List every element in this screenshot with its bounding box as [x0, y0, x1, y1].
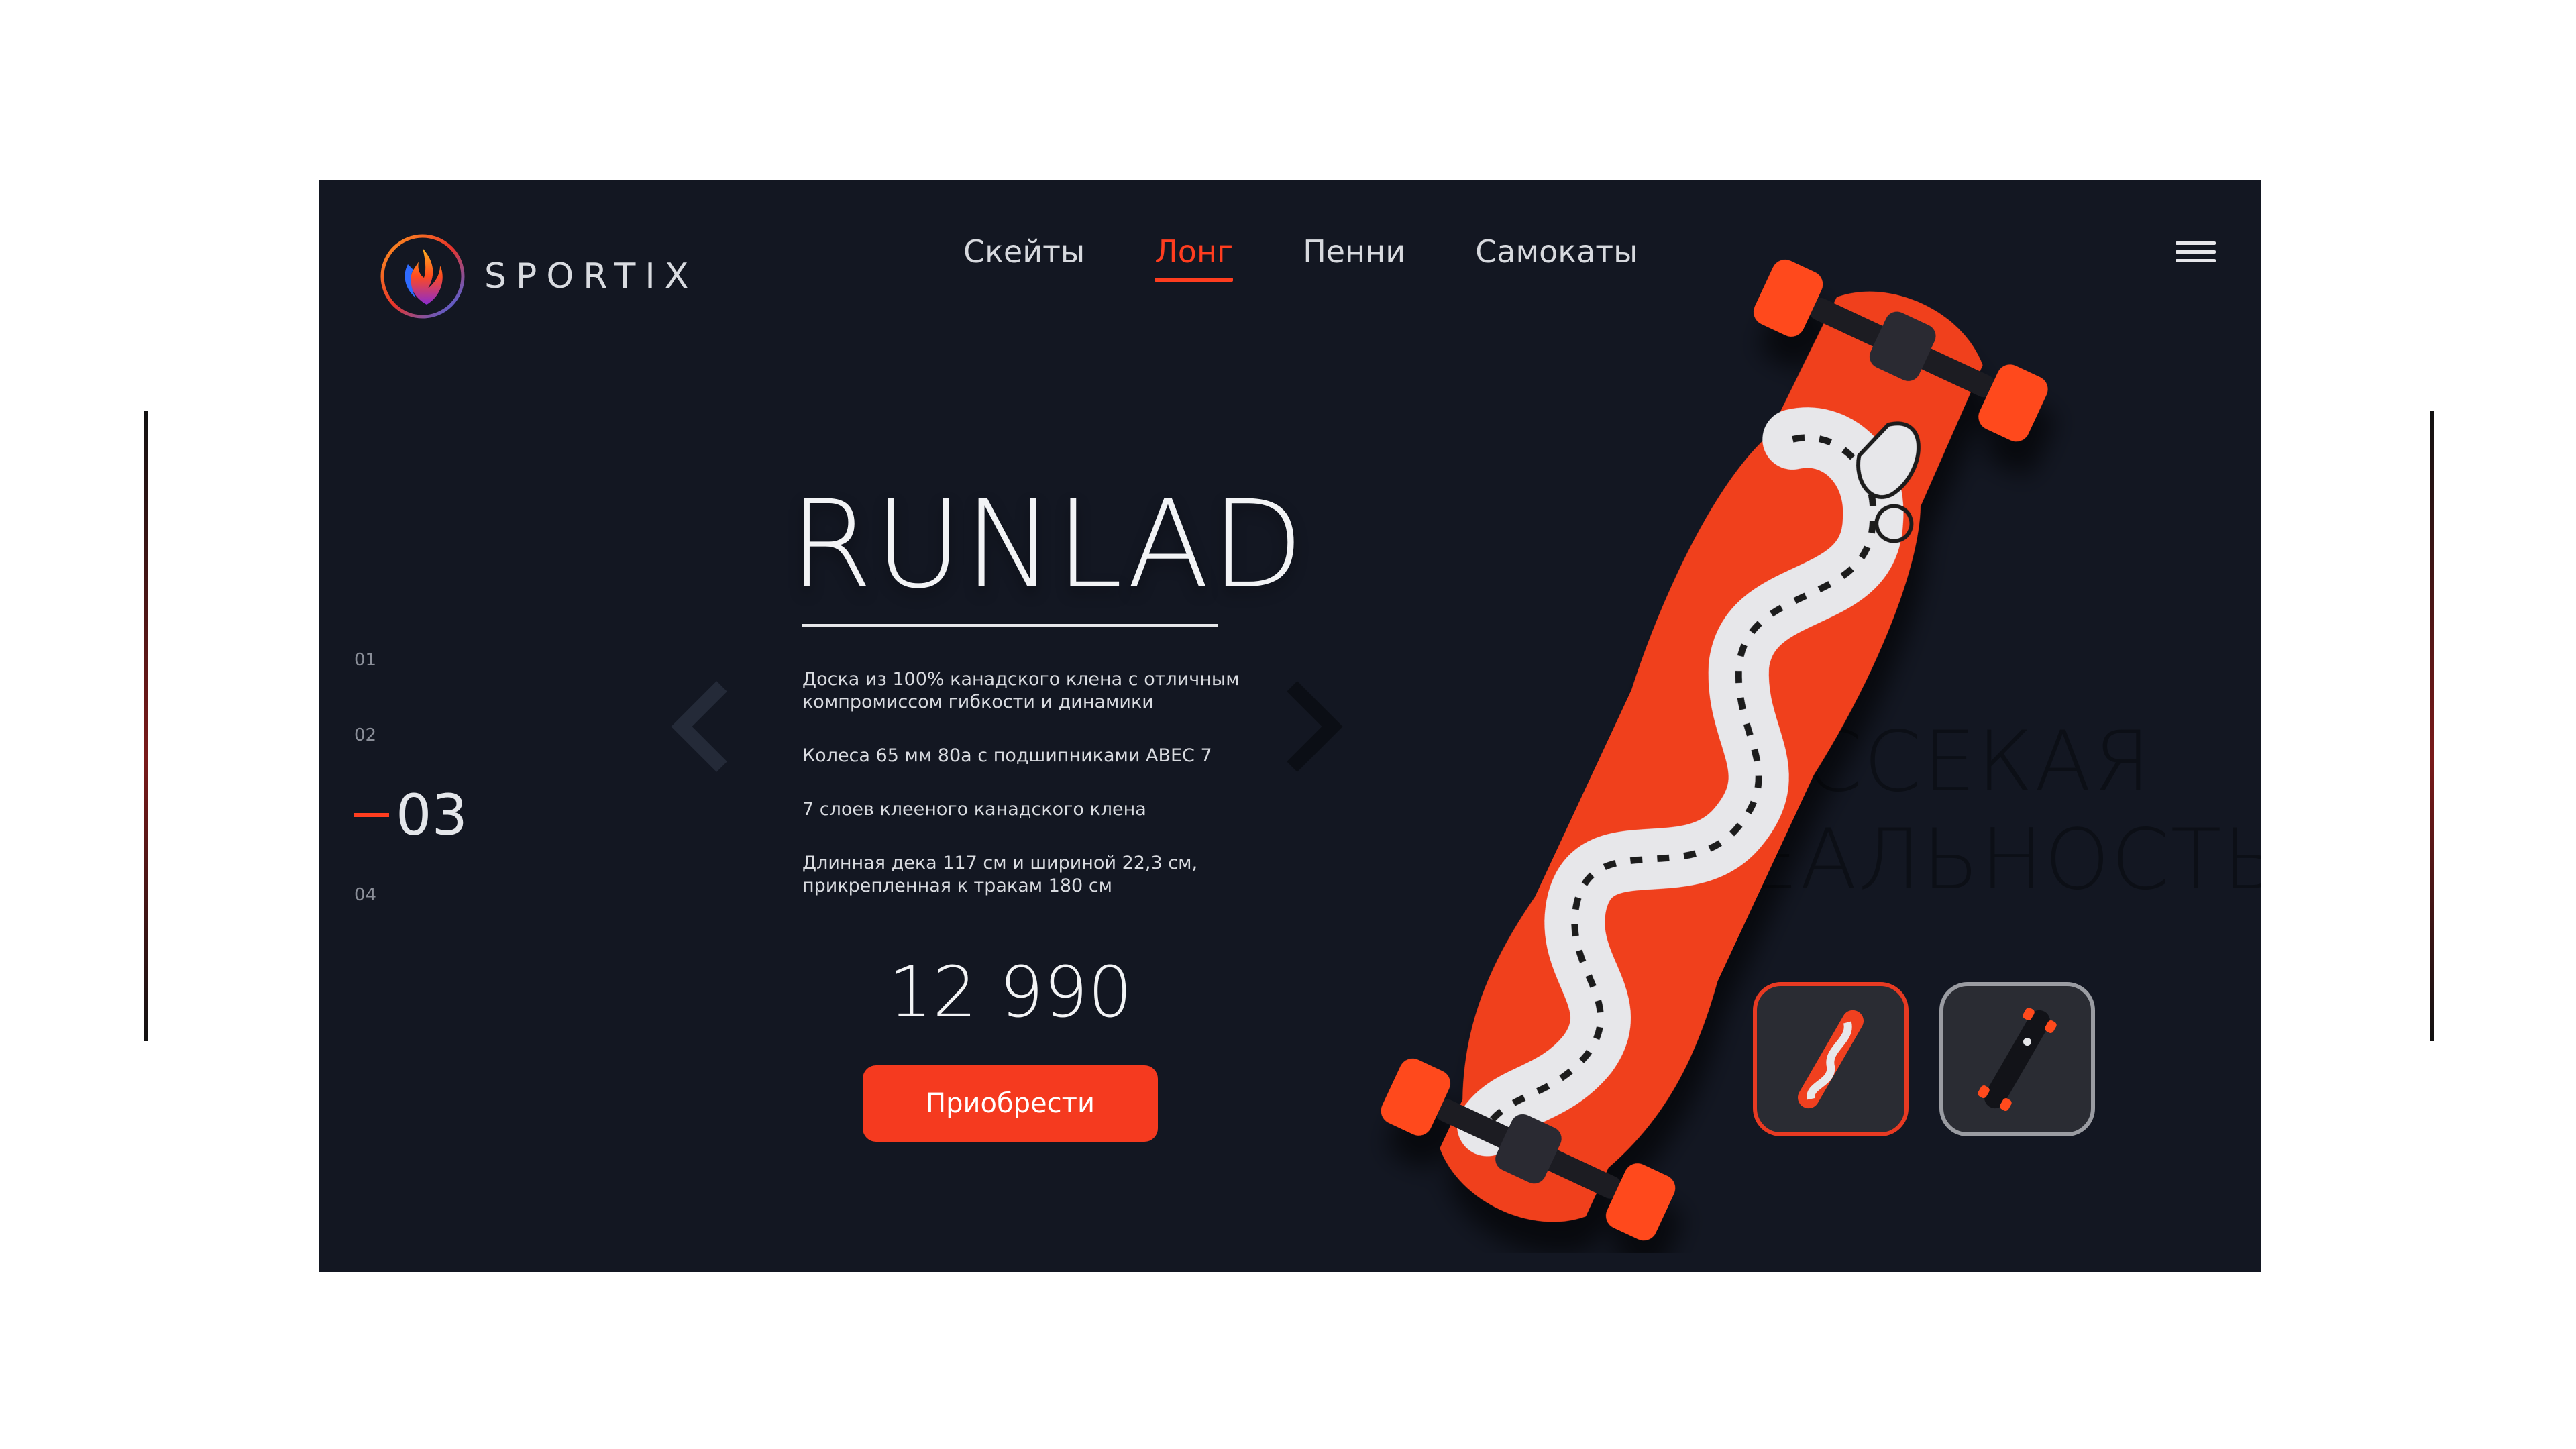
board-thumbnail-red-icon [1798, 1010, 1864, 1109]
phoenix-logo-icon [380, 234, 465, 319]
buy-button[interactable]: Приобрести [863, 1065, 1158, 1142]
brand-name: SPORTIX [484, 256, 698, 297]
feature-item: Доска из 100% канадского клена с отличны… [802, 669, 1240, 712]
slide-pager: 01 02 03 04 [354, 623, 468, 932]
pager-item-04[interactable]: 04 [354, 857, 468, 932]
feature-item: Длинная дека 117 см и шириной 22,3 см, п… [802, 853, 1198, 896]
pager-item-01[interactable]: 01 [354, 623, 468, 698]
decorative-side-line-right [2430, 411, 2434, 1041]
pager-item-03[interactable]: 03 [354, 773, 468, 857]
feature-item: Колеса 65 мм 80а с подшипниками ABEC 7 [802, 745, 1212, 766]
feature-item: 7 слоев клееного канадского клена [802, 799, 1146, 820]
board-thumbnail-black-icon [1978, 1008, 2057, 1111]
product-title: RUNLAD [789, 475, 1305, 615]
brand-logo[interactable]: SPORTIX [378, 232, 698, 321]
thumbnail-black-board[interactable] [1939, 982, 2095, 1136]
chevron-left-icon[interactable] [668, 680, 735, 773]
nav-item-skates[interactable]: Скейты [963, 233, 1085, 270]
product-price: 12 990 [888, 951, 1132, 1033]
title-divider [802, 624, 1218, 627]
thumbnail-red-board[interactable] [1753, 982, 1909, 1136]
product-features: Доска из 100% канадского клена с отличны… [802, 668, 1272, 928]
decorative-side-line-left [144, 411, 148, 1041]
pager-item-02[interactable]: 02 [354, 698, 468, 773]
nav-item-long[interactable]: Лонг [1155, 233, 1233, 282]
landing-page-frame: РАССЕКАЯ РЕАЛЬНОСТЬ SPORTIX Скейты Лонг … [319, 180, 2261, 1272]
hamburger-menu-icon[interactable] [2176, 241, 2216, 264]
